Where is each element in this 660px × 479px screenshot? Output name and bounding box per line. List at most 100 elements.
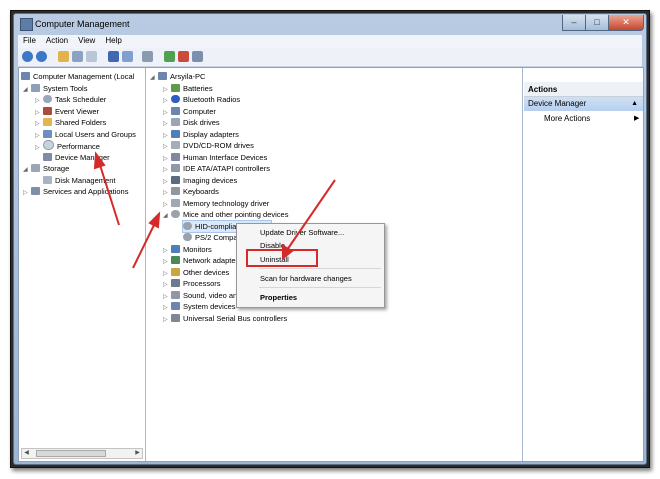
tree-item-local-users[interactable]: ▷ Local Users and Groups: [35, 129, 136, 140]
window-title: Computer Management: [35, 19, 130, 29]
device-memory-tech[interactable]: ▷ Memory technology driver: [163, 198, 269, 209]
actions-device-manager[interactable]: Device Manager ▲: [524, 97, 643, 111]
expand-icon[interactable]: ▷: [163, 315, 171, 326]
bluetooth-icon: [171, 95, 180, 103]
collapse-icon[interactable]: ◢: [163, 211, 171, 222]
tree-item-services-applications[interactable]: ▷ Services and Applications: [23, 186, 128, 197]
tree-item-device-manager[interactable]: Device Manager: [43, 152, 110, 163]
keyboard-icon: [171, 187, 180, 195]
tree-item-system-tools[interactable]: ◢ System Tools: [23, 83, 87, 94]
hid-icon: [171, 153, 180, 161]
tree-item-disk-management[interactable]: Disk Management: [43, 175, 115, 186]
tree-item-performance[interactable]: ▷ Performance: [35, 140, 100, 151]
uninstall-highlight-box: [246, 249, 318, 267]
disk-icon: [171, 118, 180, 126]
help-icon[interactable]: [108, 51, 119, 62]
device-processors[interactable]: ▷ Processors: [163, 278, 221, 289]
tree-item-shared-folders[interactable]: ▷ Shared Folders: [35, 117, 106, 128]
device-disk-drives[interactable]: ▷ Disk drives: [163, 117, 220, 128]
export-list-icon[interactable]: [86, 51, 97, 62]
device-dvd-drives[interactable]: ▷ DVD/CD-ROM drives: [163, 140, 254, 151]
navigation-tree: Computer Management (Local ◢ System Tools…: [19, 68, 146, 461]
more-actions[interactable]: More Actions: [544, 114, 590, 123]
close-button[interactable]: ✕: [608, 15, 644, 31]
tree-root[interactable]: Computer Management (Local: [21, 71, 134, 82]
menu-separator: [259, 268, 381, 269]
maximize-button[interactable]: □: [585, 15, 609, 31]
display-icon: [171, 130, 180, 138]
collapse-icon[interactable]: ◢: [150, 73, 158, 84]
device-keyboards[interactable]: ▷ Keyboards: [163, 186, 219, 197]
device-bluetooth[interactable]: ▷ Bluetooth Radios: [163, 94, 240, 105]
menu-file[interactable]: File: [18, 35, 41, 45]
show-hide-tree-icon[interactable]: [72, 51, 83, 62]
menu-update-driver[interactable]: Update Driver Software...: [260, 228, 344, 237]
device-display-adapters[interactable]: ▷ Display adapters: [163, 129, 239, 140]
actions-header: Actions: [524, 82, 643, 97]
menu-separator: [259, 287, 381, 288]
device-usb[interactable]: ▷ Universal Serial Bus controllers: [163, 313, 287, 324]
minimize-button[interactable]: –: [562, 15, 586, 31]
uninstall-icon[interactable]: [178, 51, 189, 62]
horizontal-scrollbar[interactable]: ◀ ▶: [21, 448, 143, 459]
system-icon: [171, 302, 180, 310]
device-computer[interactable]: ▷ Computer: [163, 106, 216, 117]
device-sound[interactable]: ▷ Sound, video and: [163, 290, 241, 301]
menu-view[interactable]: View: [73, 35, 100, 45]
event-viewer-icon: [43, 107, 52, 115]
computer-icon: [158, 72, 167, 80]
toolbar: [18, 48, 642, 67]
tree-item-task-scheduler[interactable]: ▷ Task Scheduler: [35, 94, 106, 105]
disable-icon[interactable]: [192, 51, 203, 62]
computer-icon: [171, 107, 180, 115]
up-folder-icon[interactable]: [58, 51, 69, 62]
camera-icon: [171, 176, 180, 184]
device-batteries[interactable]: ▷ Batteries: [163, 83, 213, 94]
device-monitors[interactable]: ▷ Monitors: [163, 244, 212, 255]
processor-icon: [171, 279, 180, 287]
device-other[interactable]: ▷ Other devices: [163, 267, 229, 278]
dvd-icon: [171, 141, 180, 149]
back-icon[interactable]: [22, 51, 33, 62]
device-system[interactable]: ▷ System devices: [163, 301, 236, 312]
monitor-icon: [171, 245, 180, 253]
menu-properties[interactable]: Properties: [260, 293, 297, 302]
title-bar: Computer Management – □ ✕: [14, 14, 646, 34]
unknown-device-icon: [171, 268, 180, 276]
usb-icon: [171, 314, 180, 322]
disk-icon: [43, 176, 52, 184]
tree-item-event-viewer[interactable]: ▷ Event Viewer: [35, 106, 99, 117]
device-mice[interactable]: ◢ Mice and other pointing devices: [163, 209, 288, 220]
mouse-icon: [171, 210, 180, 218]
users-icon: [43, 130, 52, 138]
menu-action[interactable]: Action: [41, 35, 73, 45]
forward-icon[interactable]: [36, 51, 47, 62]
chevron-right-icon: ▶: [634, 115, 640, 122]
device-ide[interactable]: ▷ IDE ATA/ATAPI controllers: [163, 163, 270, 174]
device-hid[interactable]: ▷ Human Interface Devices: [163, 152, 267, 163]
collapse-up-icon[interactable]: ▲: [631, 97, 638, 111]
device-imaging[interactable]: ▷ Imaging devices: [163, 175, 237, 186]
memory-icon: [171, 199, 180, 207]
collapse-icon[interactable]: ◢: [23, 165, 31, 176]
device-tree-root[interactable]: ◢ Arsyila-PC: [150, 71, 205, 82]
expand-icon[interactable]: ▷: [35, 143, 43, 154]
app-icon: [20, 18, 33, 31]
update-driver-icon[interactable]: [164, 51, 175, 62]
menu-help[interactable]: Help: [100, 35, 126, 45]
tools-icon: [31, 84, 40, 92]
tree-item-storage[interactable]: ◢ Storage: [23, 163, 69, 174]
device-network[interactable]: ▷ Network adapter: [163, 255, 238, 266]
menu-scan-hardware[interactable]: Scan for hardware changes: [260, 274, 352, 283]
mouse-icon: [183, 233, 192, 241]
device-ps2-mouse[interactable]: PS/2 Compat: [183, 232, 240, 243]
properties-icon[interactable]: [122, 51, 133, 62]
storage-icon: [31, 164, 40, 172]
collapse-icon[interactable]: ◢: [23, 85, 31, 96]
scroll-left-icon[interactable]: ◀: [22, 449, 31, 458]
scroll-right-icon[interactable]: ▶: [133, 449, 142, 458]
scrollbar-thumb[interactable]: [36, 450, 106, 457]
expand-icon[interactable]: ▷: [23, 188, 31, 199]
scan-hardware-icon[interactable]: [142, 51, 153, 62]
actions-pane: Actions Device Manager ▲ More Actions ▶: [524, 68, 643, 461]
